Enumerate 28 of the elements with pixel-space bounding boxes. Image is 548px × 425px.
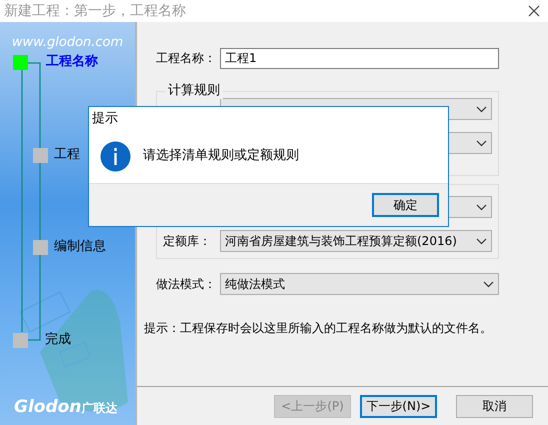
chevron-down-icon [483,280,494,288]
dropdown[interactable]: 河南省房屋建筑与装饰工程预算定额(2016) [220,230,492,252]
hint-text: 提示：工程保存时会以这里所输入的工程名称做为默认的文件名。 [144,320,493,337]
logo-text: Glodon [14,396,82,418]
ok-button[interactable]: 确定 [372,193,439,217]
project-name-field[interactable]: 工程1 [220,48,499,68]
field-label: 做法模式： [156,276,217,293]
field-label: 定额库： [163,233,212,250]
website-url: www.glodon.com [10,35,124,51]
dialog-message: 请选择清单规则或定额规则 [143,147,299,166]
chevron-down-icon [476,140,487,146]
wizard-button[interactable]: 下一步(N)> [360,394,437,418]
info-icon [100,140,131,172]
step-label[interactable]: 工程名称 [46,52,98,72]
chevron-down-icon [476,106,487,112]
chevron-down-icon [476,204,487,210]
step-label[interactable]: 工程 [54,145,80,165]
group-title: 计算规则 [165,83,223,99]
field-label: 工程名称： [156,50,217,67]
wizard-button[interactable]: 取消 [456,394,533,418]
dropdown[interactable]: 纯做法模式 [220,273,499,295]
dialog-title: 提示 [89,107,448,129]
logo-text: 广联达 [81,400,118,416]
window-title: 新建工程：第一步，工程名称 [4,2,186,20]
step-label[interactable]: 完成 [45,330,71,350]
close-icon[interactable] [528,5,540,17]
step-label[interactable]: 编制信息 [54,237,106,257]
chevron-down-icon [476,238,487,244]
